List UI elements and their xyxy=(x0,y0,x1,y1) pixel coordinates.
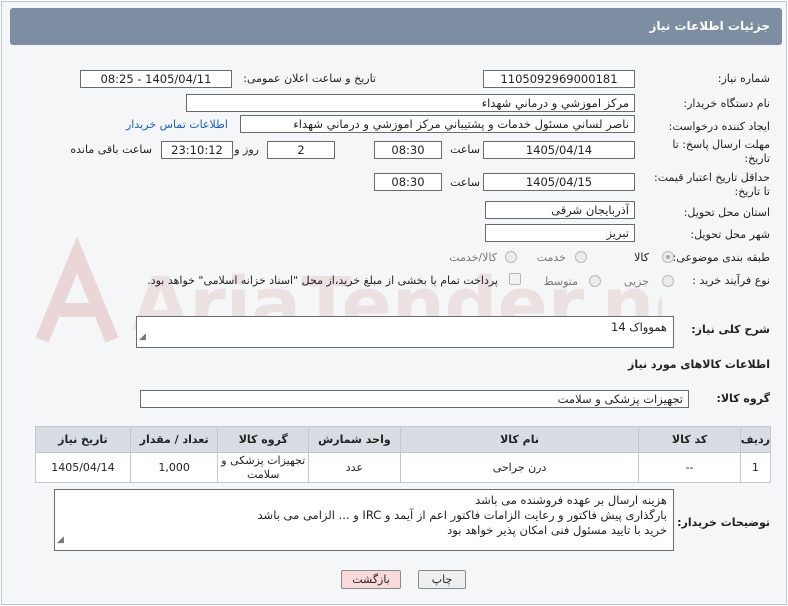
buyer-notes-line-1: هزینه ارسال بر عهده فروشنده می باشد xyxy=(475,493,667,507)
col-goods-group: گروه کالا xyxy=(217,426,310,453)
days-label: روز و xyxy=(234,143,259,156)
col-unit: واحد شمارش xyxy=(308,426,401,453)
process-radio-medium[interactable] xyxy=(589,275,601,287)
buyer-org-label: نام دستگاه خریدار: xyxy=(683,97,770,110)
buyer-org-field: مرکز اموزشي و درماني شهداء xyxy=(186,94,635,112)
col-item-name: نام کالا xyxy=(399,426,640,453)
process-option-minor: جزیی xyxy=(623,275,649,288)
process-label: نوع فرآیند خرید : xyxy=(692,274,770,287)
category-radio-goods[interactable] xyxy=(662,251,674,263)
cell-row-number: 1 xyxy=(739,452,772,483)
deadline-label-date: تاریخ: xyxy=(744,152,770,165)
summary-textarea[interactable]: هموواک 14 ◢ xyxy=(136,316,674,348)
col-quantity: تعداد / مقدار xyxy=(129,426,219,453)
province-field: آذربایجان شرقی xyxy=(485,201,635,219)
category-radio-service[interactable] xyxy=(575,251,587,263)
summary-label: شرح کلی نیاز: xyxy=(691,323,770,336)
remaining-label: ساعت باقی مانده xyxy=(70,143,152,156)
cell-item-name: درن جراحی xyxy=(399,452,640,483)
process-option-medium: متوسط xyxy=(543,275,578,288)
category-radio-goods-service[interactable] xyxy=(505,251,517,263)
remaining-days-field: 2 xyxy=(267,141,335,159)
validity-label-date: تا تاریخ: xyxy=(734,185,770,198)
category-option-goods-service: کالا/خدمت xyxy=(449,251,497,264)
deadline-date-field: 1405/04/14 xyxy=(483,141,635,159)
buyer-contact-link[interactable]: اطلاعات تماس خریدار xyxy=(126,118,228,131)
deadline-hour-label: ساعت xyxy=(450,143,480,156)
buyer-notes-line-3: خرید با تایید مسئول فنی امکان پذیر خواهد… xyxy=(447,523,667,537)
requester-field: ناصر لساني مسئول خدمات و پشتيباني مرکز ا… xyxy=(240,115,635,133)
table-row: 1 -- درن جراحی عدد تجهیزات پزشکی و سلامت… xyxy=(35,452,772,483)
validity-date-field: 1405/04/15 xyxy=(483,173,635,191)
resize-grip-icon[interactable]: ◢ xyxy=(139,330,146,345)
validity-hour-label: ساعت xyxy=(450,176,480,189)
requester-label: ایجاد کننده درخواست: xyxy=(668,120,770,133)
city-field: تبریز xyxy=(485,224,635,242)
goods-group-field: تجهیزات پزشکی و سلامت xyxy=(140,390,689,408)
validity-time-field: 08:30 xyxy=(374,173,442,191)
category-label: طبقه بندی موضوعی: xyxy=(672,251,770,264)
validity-label: حداقل تاریخ اعتبار قیمت: xyxy=(654,171,770,184)
goods-group-label: گروه کالا: xyxy=(716,392,770,405)
buyer-notes-label: توضیحات خریدار: xyxy=(677,516,770,529)
province-label: استان محل تحویل: xyxy=(683,206,770,219)
treasury-payment-checkbox[interactable] xyxy=(509,273,521,285)
col-need-date: تاریخ نیاز xyxy=(35,426,131,453)
need-number-label: شماره نیاز: xyxy=(717,72,770,85)
items-table-header-row: ردیف کد کالا نام کالا واحد شمارش گروه کا… xyxy=(35,426,772,453)
deadline-label: مهلت ارسال پاسخ: تا xyxy=(672,138,770,151)
col-row-number: ردیف xyxy=(739,426,772,453)
cell-quantity: 1,000 xyxy=(129,452,219,483)
items-table: ردیف کد کالا نام کالا واحد شمارش گروه کا… xyxy=(35,426,772,483)
page-header: جزئیات اطلاعات نیاز xyxy=(10,8,782,45)
process-radio-minor[interactable] xyxy=(662,275,674,287)
category-option-goods: کالا xyxy=(634,251,649,264)
resize-grip-icon[interactable]: ◢ xyxy=(57,533,64,548)
print-button[interactable]: چاپ xyxy=(418,570,466,589)
category-option-service: خدمت xyxy=(536,251,566,264)
deadline-time-field: 08:30 xyxy=(374,141,442,159)
remaining-time-field: 23:10:12 xyxy=(161,141,233,159)
back-button[interactable]: بازگشت xyxy=(341,570,401,589)
city-label: شهر محل تحویل: xyxy=(690,228,770,241)
summary-text: هموواک 14 xyxy=(611,320,667,334)
watermark-emblem-icon xyxy=(35,236,119,343)
buyer-notes-line-2: بارگذاری پیش فاکتور و رعایت الزامات فاکت… xyxy=(257,508,667,522)
treasury-payment-note: پرداخت تمام یا بخشی از مبلغ خرید،از محل … xyxy=(147,274,498,287)
col-item-code: کد کالا xyxy=(638,426,741,453)
cell-goods-group: تجهیزات پزشکی و سلامت xyxy=(217,452,310,483)
cell-unit: عدد xyxy=(308,452,401,483)
need-number-field: 1105092969000181 xyxy=(483,70,635,88)
cell-need-date: 1405/04/14 xyxy=(35,452,131,483)
cell-item-code: -- xyxy=(638,452,741,483)
items-section-title: اطلاعات کالاهای مورد نیاز xyxy=(628,358,770,371)
page-title: جزئیات اطلاعات نیاز xyxy=(649,19,770,33)
buyer-notes-textarea[interactable]: هزینه ارسال بر عهده فروشنده می باشد بارگ… xyxy=(54,489,674,551)
announce-datetime-field: 1405/04/11 - 08:25 xyxy=(80,70,232,88)
page-frame: جزئیات اطلاعات نیاز AriaTender.neT شماره… xyxy=(1,1,787,605)
announce-label: تاریخ و ساعت اعلان عمومی: xyxy=(243,72,376,85)
